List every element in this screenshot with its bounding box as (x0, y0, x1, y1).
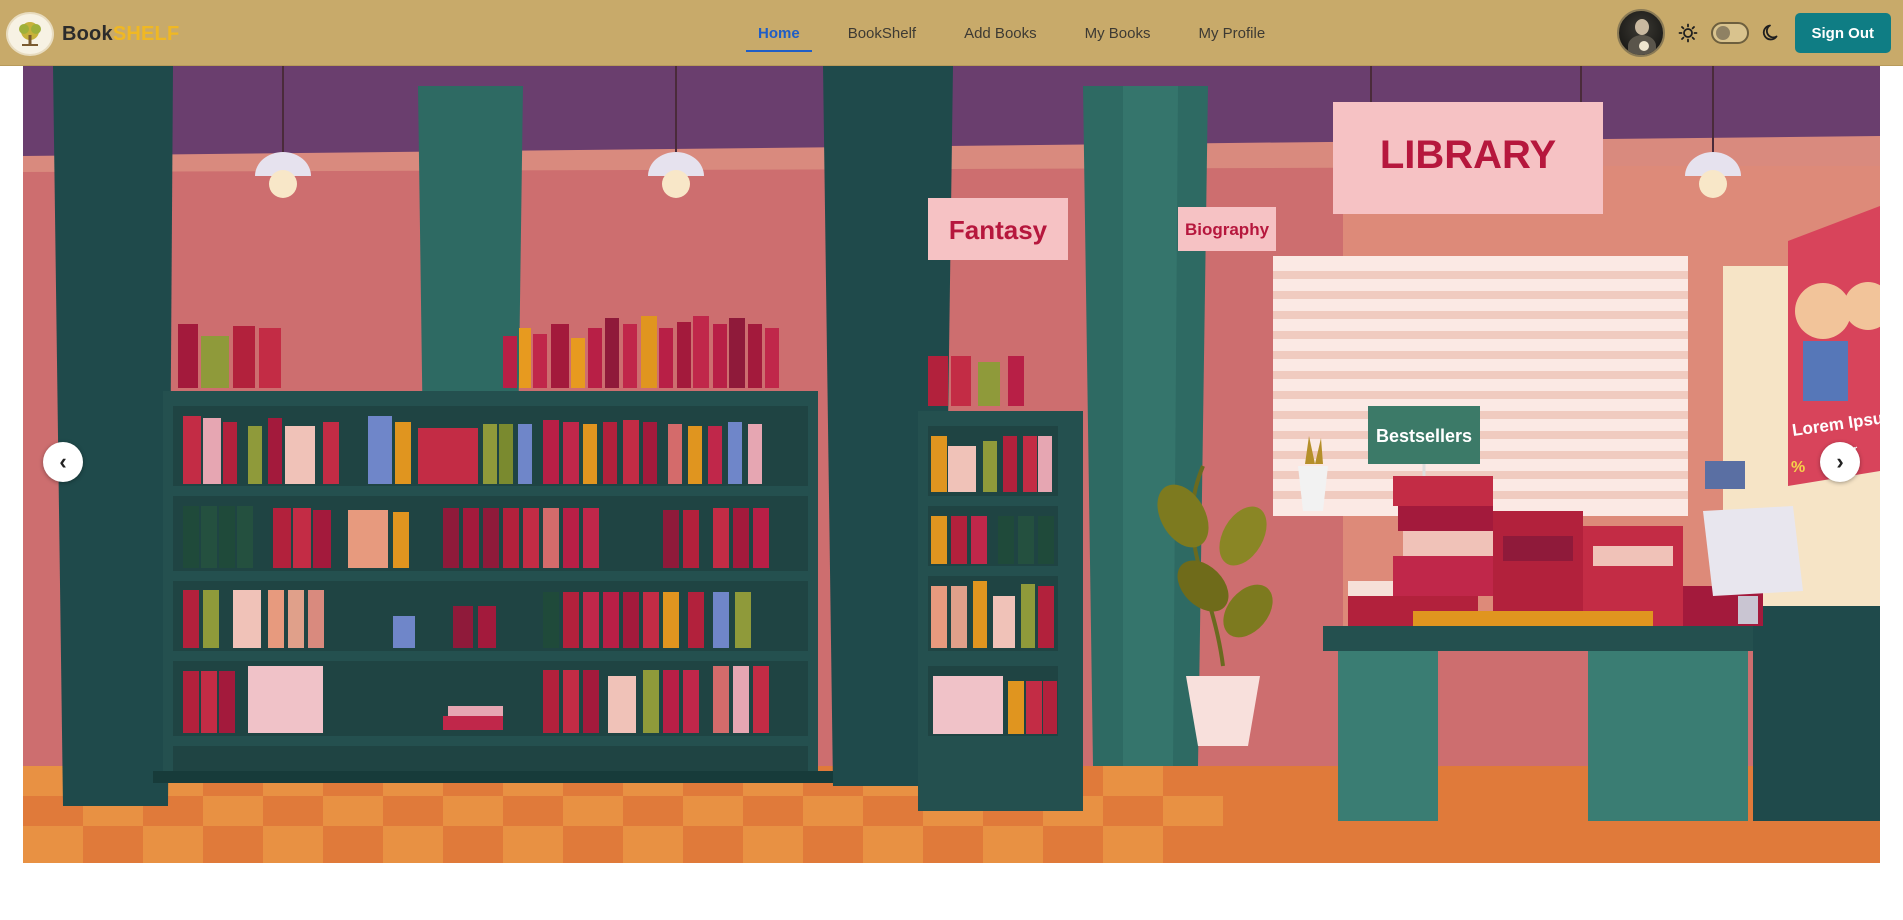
biography-sign-text: Biography (1185, 220, 1270, 239)
top-navbar: BookSHELF Home BookShelf Add Books My Bo… (0, 0, 1903, 66)
nav-link-my-books[interactable]: My Books (1073, 19, 1163, 48)
nav-link-add-books[interactable]: Add Books (952, 19, 1049, 48)
nav-link-home[interactable]: Home (746, 19, 812, 52)
tree-logo-icon (6, 12, 54, 56)
nav-link-my-profile[interactable]: My Profile (1186, 19, 1277, 48)
nav-link-bookshelf[interactable]: BookShelf (836, 19, 928, 48)
library-illustration: LIBRARY Fantasy Biography Bestsellers Lo… (23, 66, 1880, 863)
toggle-knob (1715, 26, 1730, 40)
poster-percent: % (1791, 459, 1805, 476)
moon-icon (1761, 22, 1783, 44)
user-avatar[interactable] (1616, 9, 1665, 57)
brand-name-part2: SHELF (112, 22, 180, 45)
brand-name: BookSHELF (62, 23, 179, 46)
fantasy-sign-text: Fantasy (949, 215, 1048, 245)
hero-carousel: LIBRARY Fantasy Biography Bestsellers Lo… (23, 66, 1880, 863)
theme-toggle[interactable] (1710, 22, 1749, 44)
avatar-badge (1638, 41, 1649, 51)
sign-out-button[interactable]: Sign Out (1794, 13, 1891, 53)
fantasy-sign: Fantasy (928, 198, 1068, 260)
brand[interactable]: BookSHELF (6, 12, 179, 56)
library-sign-text: LIBRARY (1380, 133, 1557, 177)
biography-sign: Biography (1178, 207, 1276, 251)
side-bookshelf (918, 356, 1083, 811)
user-tools: Sign Out (1616, 0, 1891, 66)
bestsellers-sign-text: Bestsellers (1376, 426, 1472, 446)
brand-name-part1: Book (62, 22, 113, 45)
main-nav: Home BookShelf Add Books My Books My Pro… (746, 0, 1277, 66)
carousel-next-button[interactable]: › (1820, 442, 1860, 482)
avatar-face (1634, 19, 1649, 35)
carousel-prev-button[interactable]: ‹ (43, 442, 83, 482)
sun-icon (1677, 22, 1699, 44)
